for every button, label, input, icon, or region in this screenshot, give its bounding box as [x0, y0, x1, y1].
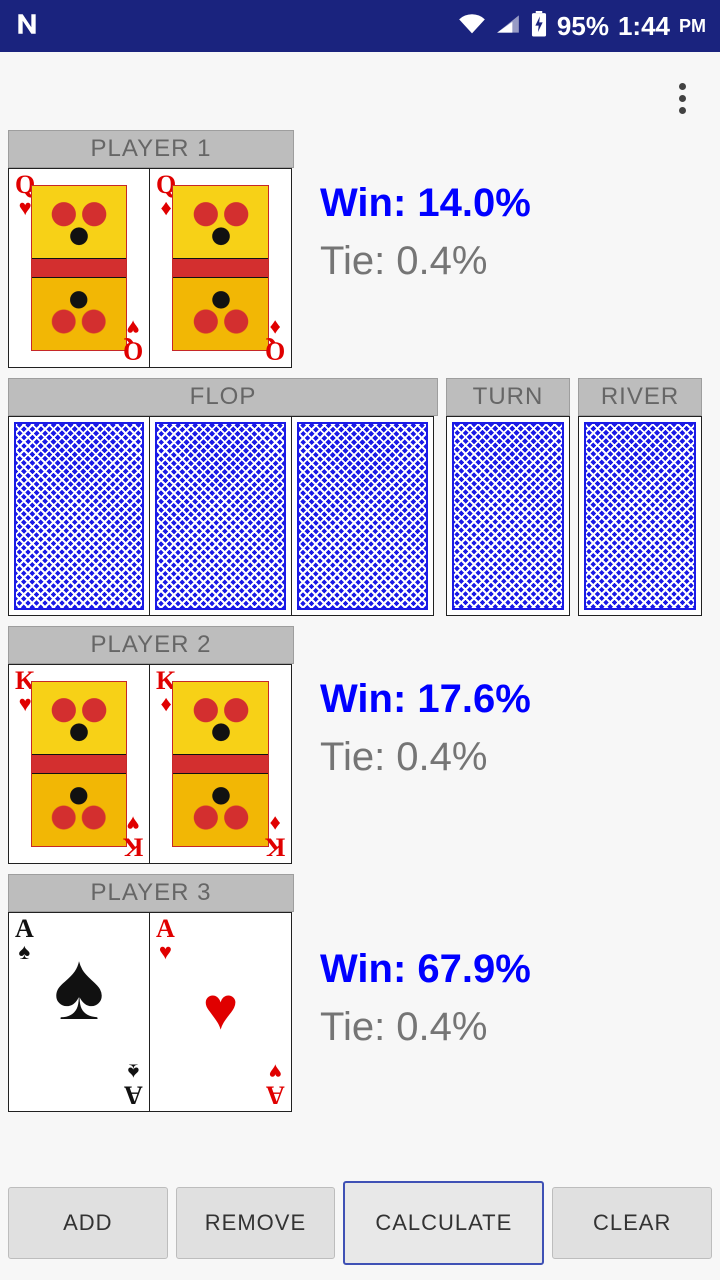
player-2-card-row: K ♥ K ♥ K ♦ K ♦: [8, 664, 294, 864]
card-ace-spades[interactable]: A ♠ ♠ A ♠: [8, 912, 150, 1112]
battery-charging-icon: [530, 10, 548, 42]
overflow-menu-icon[interactable]: [662, 74, 702, 122]
flop-label: FLOP: [8, 378, 438, 416]
card-corner-bottom: K ♦: [264, 812, 285, 862]
river-group: RIVER: [578, 378, 702, 616]
nfc-n-icon: [14, 11, 40, 42]
card-queen-hearts[interactable]: Q ♥ Q ♥: [8, 168, 150, 368]
add-button[interactable]: ADD: [8, 1187, 168, 1259]
card-rank: Q: [122, 337, 143, 366]
status-bar-right: 95% 1:44 PM: [458, 10, 706, 42]
status-bar: 95% 1:44 PM: [0, 0, 720, 52]
player-3-win: Win: 67.9%: [320, 947, 531, 991]
player-2-label: PLAYER 2: [8, 626, 294, 664]
card-corner-bottom: Q ♦: [264, 316, 285, 366]
card-corner-bottom: A ♠: [124, 1060, 143, 1110]
main-content: PLAYER 1 Q ♥ Q ♥ Q ♦ Q ♦ Win: 14.0% Tie:…: [0, 130, 720, 1280]
card-corner-bottom: K ♥: [122, 812, 143, 862]
card-corner-bottom: Q ♥: [122, 316, 143, 366]
player-2-odds: Win: 17.6% Tie: 0.4%: [320, 670, 531, 786]
player-1-tie: Tie: 0.4%: [320, 239, 488, 283]
card-rank: A: [156, 914, 175, 943]
card-suit: ♥: [126, 316, 140, 342]
player-3-odds: Win: 67.9% Tie: 0.4%: [320, 940, 531, 1056]
player-1-win: Win: 14.0%: [320, 181, 531, 225]
player-1-card-row: Q ♥ Q ♥ Q ♦ Q ♦: [8, 168, 294, 368]
status-bar-left: [14, 11, 40, 42]
player-1-odds: Win: 14.0% Tie: 0.4%: [320, 174, 531, 290]
card-ace-hearts[interactable]: A ♥ ♥ A ♥: [150, 912, 292, 1112]
calculate-button[interactable]: CALCULATE: [343, 1181, 545, 1265]
card-suit: ♦: [269, 316, 281, 342]
flop-card-row: [8, 416, 438, 616]
card-rank: A: [124, 1081, 143, 1110]
card-suit: ♦: [269, 812, 281, 838]
card-face-art: [172, 681, 269, 847]
wifi-icon: [458, 13, 486, 40]
card-back-flop-1[interactable]: [8, 416, 150, 616]
card-rank: K: [264, 833, 285, 862]
flop-group: FLOP: [8, 378, 438, 616]
card-back-flop-3[interactable]: [292, 416, 434, 616]
card-king-hearts[interactable]: K ♥ K ♥: [8, 664, 150, 864]
card-suit: ♥: [158, 938, 172, 964]
river-label: RIVER: [578, 378, 702, 416]
turn-group: TURN: [446, 378, 570, 616]
card-center-pip: ♥: [202, 975, 239, 1042]
card-corner-bottom: A ♥: [266, 1060, 285, 1110]
card-suit: ♥: [126, 812, 140, 838]
river-card-row: [578, 416, 702, 616]
player-1-cards-group: PLAYER 1 Q ♥ Q ♥ Q ♦ Q ♦: [8, 130, 294, 368]
card-rank: A: [15, 914, 34, 943]
battery-percent: 95%: [556, 11, 609, 41]
cell-signal-icon: [495, 13, 521, 40]
player-2-tie: Tie: 0.4%: [320, 735, 488, 779]
clock-ampm: PM: [679, 15, 706, 36]
app-bar: [0, 52, 720, 130]
clear-button[interactable]: CLEAR: [552, 1187, 712, 1259]
player-1-label: PLAYER 1: [8, 130, 294, 168]
player-2-cards-group: PLAYER 2 K ♥ K ♥ K ♦ K ♦: [8, 626, 294, 864]
player-3-cards-group: PLAYER 3 A ♠ ♠ A ♠ A ♥ ♥ A ♥: [8, 874, 294, 1112]
turn-card-row: [446, 416, 570, 616]
turn-label: TURN: [446, 378, 570, 416]
card-suit: ♥: [269, 1060, 283, 1086]
card-queen-diamonds[interactable]: Q ♦ Q ♦: [150, 168, 292, 368]
player-row-1: PLAYER 1 Q ♥ Q ♥ Q ♦ Q ♦ Win: 14.0% Tie:…: [8, 130, 720, 368]
player-2-win: Win: 17.6%: [320, 677, 531, 721]
board-row: FLOP TURN RIVER: [8, 378, 720, 616]
card-rank: A: [266, 1081, 285, 1110]
player-row-3: PLAYER 3 A ♠ ♠ A ♠ A ♥ ♥ A ♥ Win: 67.9% …: [8, 874, 720, 1112]
card-rank: Q: [264, 337, 285, 366]
player-row-2: PLAYER 2 K ♥ K ♥ K ♦ K ♦ Win: 17.6% Tie:…: [8, 626, 720, 864]
card-corner-top: A ♥: [156, 914, 175, 964]
player-3-tie: Tie: 0.4%: [320, 1005, 488, 1049]
card-face-art: [31, 681, 127, 847]
card-king-diamonds[interactable]: K ♦ K ♦: [150, 664, 292, 864]
card-face-art: [172, 185, 269, 351]
card-suit: ♠: [127, 1060, 140, 1086]
card-back-turn[interactable]: [446, 416, 570, 616]
clock-time: 1:44: [617, 11, 670, 41]
button-bar: ADD REMOVE CALCULATE CLEAR: [0, 1180, 720, 1280]
card-back-flop-2[interactable]: [150, 416, 292, 616]
card-center-pip: ♠: [53, 933, 105, 1040]
card-face-art: [31, 185, 127, 351]
card-back-river[interactable]: [578, 416, 702, 616]
player-3-label: PLAYER 3: [8, 874, 294, 912]
card-rank: K: [122, 833, 143, 862]
player-3-card-row: A ♠ ♠ A ♠ A ♥ ♥ A ♥: [8, 912, 294, 1112]
remove-button[interactable]: REMOVE: [175, 1187, 336, 1259]
